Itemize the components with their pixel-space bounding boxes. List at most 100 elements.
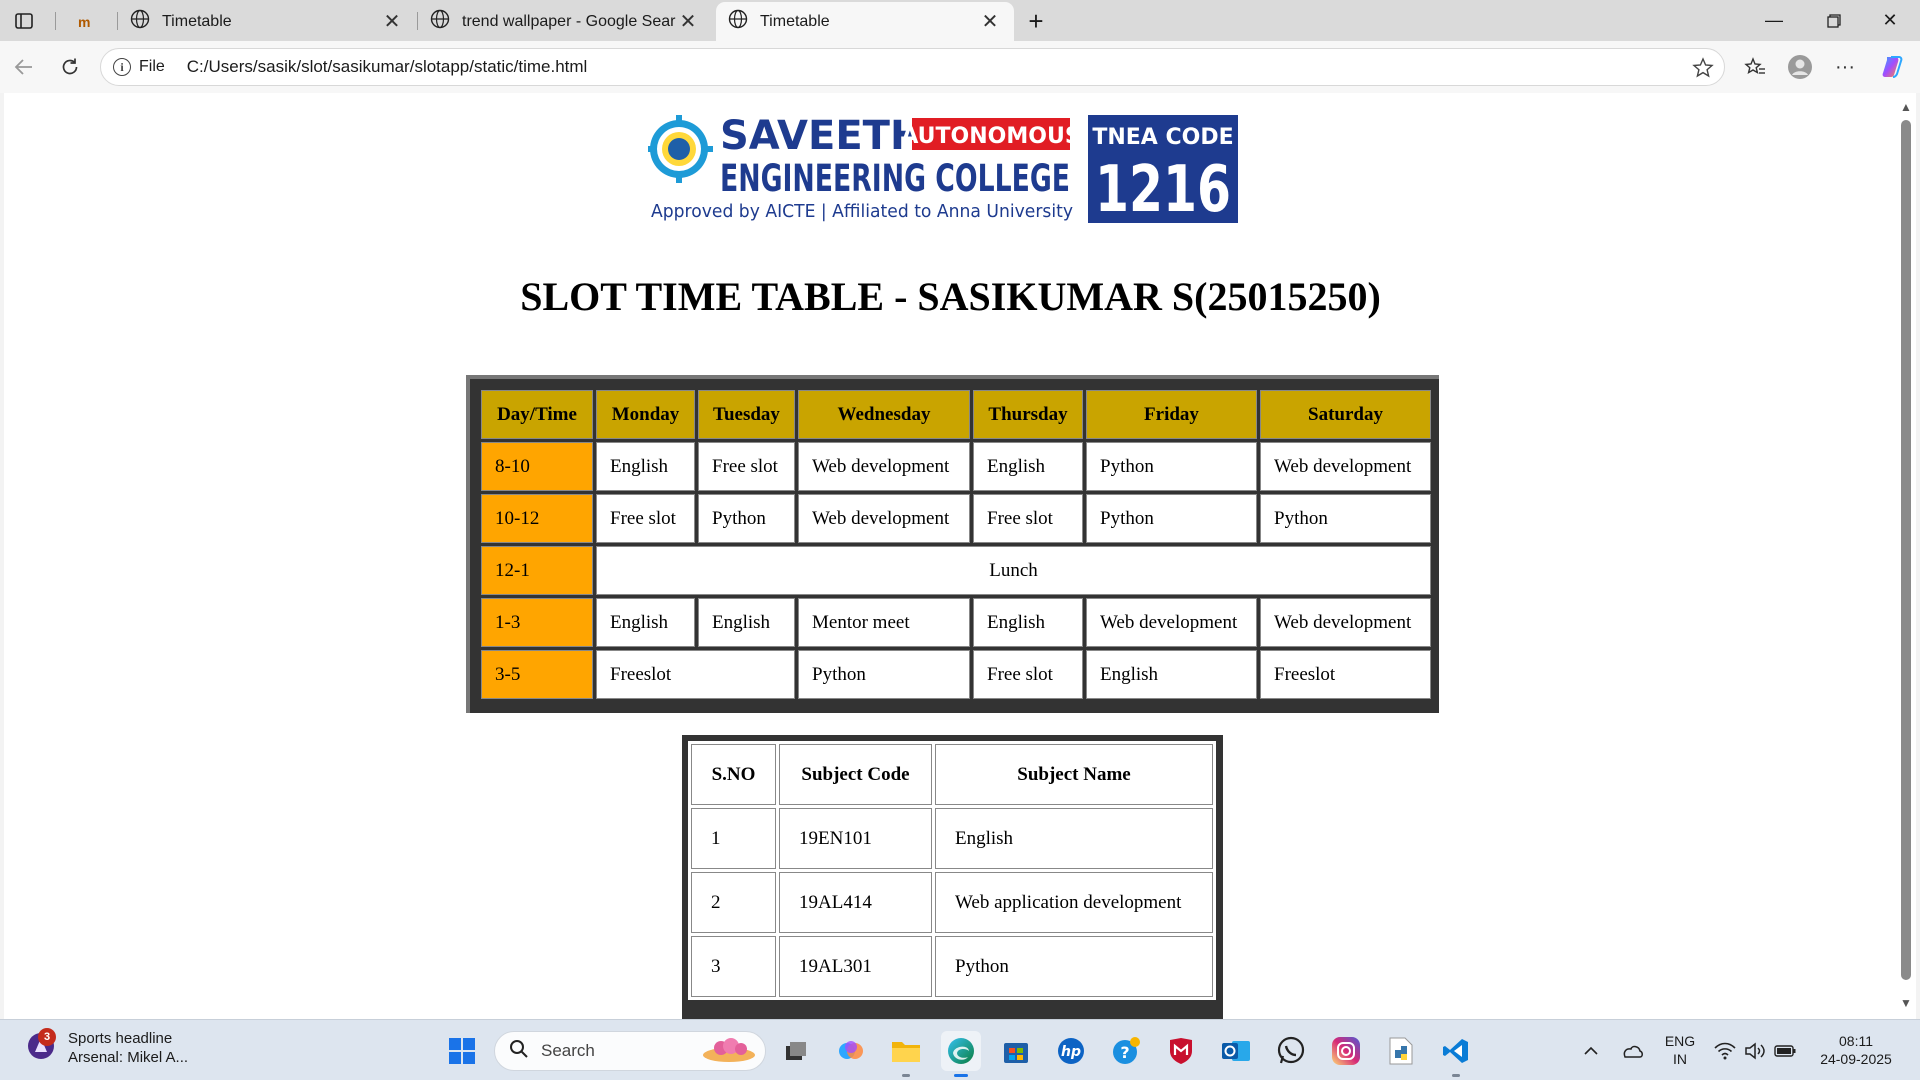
code-cell: 19EN101 (779, 808, 932, 869)
time-cell: 1-3 (481, 598, 593, 647)
table-row: 1-3 English English Mentor meet English … (481, 598, 1431, 647)
favorites-icon[interactable] (1737, 50, 1773, 84)
tab-pinned[interactable]: m (66, 2, 114, 41)
slot-cell: Web development (1260, 442, 1431, 491)
time-cell: 12-1 (481, 546, 593, 595)
header-subject-code: Subject Code (779, 744, 932, 805)
table-row: 1 19EN101 English (691, 808, 1213, 869)
store-icon[interactable] (996, 1031, 1036, 1071)
slot-cell: Web development (1260, 598, 1431, 647)
time-cell: 3-5 (481, 650, 593, 699)
language-line1: ENG (1664, 1033, 1696, 1049)
volume-icon[interactable] (1740, 1031, 1770, 1071)
subjects-header-row: S.NO Subject Code Subject Name (691, 744, 1213, 805)
header-friday: Friday (1086, 390, 1257, 439)
copilot-app-icon[interactable] (831, 1031, 871, 1071)
start-icon[interactable] (442, 1031, 482, 1071)
taskbar-search[interactable]: Search (494, 1031, 766, 1071)
news-title: Sports headline (68, 1030, 173, 1047)
slot-cell: English (596, 442, 695, 491)
url-text[interactable]: C:/Users/sasik/slot/sasikumar/slotapp/st… (187, 57, 588, 77)
more-menu-icon[interactable]: ··· (1827, 50, 1863, 84)
close-tab-icon[interactable]: ✕ (380, 9, 404, 34)
globe-icon (728, 9, 748, 34)
whatsapp-icon[interactable] (1271, 1031, 1311, 1071)
language-indicator[interactable]: ENG IN (1660, 1032, 1700, 1068)
tab-timetable-1[interactable]: Timetable ✕ (118, 2, 416, 41)
chevron-up-icon[interactable] (1573, 1031, 1609, 1071)
scrollbar-thumb[interactable] (1901, 120, 1911, 980)
close-window-button[interactable]: ✕ (1862, 0, 1918, 41)
vertical-tabs-icon[interactable] (6, 6, 42, 36)
running-indicator (902, 1074, 910, 1077)
refresh-button[interactable] (52, 50, 88, 84)
onedrive-icon[interactable] (1614, 1031, 1650, 1071)
time-cell: 10-12 (481, 494, 593, 543)
task-view-icon[interactable] (776, 1031, 816, 1071)
slot-cell: Python (798, 650, 970, 699)
back-button[interactable] (6, 50, 42, 84)
sno-cell: 2 (691, 872, 776, 933)
edge-icon[interactable] (941, 1031, 981, 1071)
tab-strip: m Timetable ✕ trend wallpaper - Google S… (0, 0, 1920, 41)
tnea-label: TNEA CODE (1092, 125, 1233, 150)
search-icon (509, 1039, 529, 1064)
code-cell: 19AL301 (779, 936, 932, 997)
outlook-icon[interactable] (1216, 1031, 1256, 1071)
sno-cell: 1 (691, 808, 776, 869)
table-row: 3-5 Freeslot Python Free slot English Fr… (481, 650, 1431, 699)
help-icon[interactable]: ? (1106, 1031, 1146, 1071)
battery-icon[interactable] (1770, 1031, 1800, 1071)
tab-timetable-active[interactable]: Timetable ✕ (716, 2, 1014, 41)
clock[interactable]: 08:11 24-09-2025 (1812, 1032, 1900, 1068)
table-row: 3 19AL301 Python (691, 936, 1213, 997)
page-viewport: SAVEETHA AUTONOMOUS ENGINEERING COLLEGE … (4, 93, 1904, 1019)
favorite-star-icon[interactable] (1692, 57, 1714, 84)
instagram-icon[interactable] (1326, 1031, 1366, 1071)
slot-cell: Python (1260, 494, 1431, 543)
header-sno: S.NO (691, 744, 776, 805)
header-saturday: Saturday (1260, 390, 1431, 439)
close-tab-icon[interactable]: ✕ (676, 9, 700, 34)
timetable-frame: Day/Time Monday Tuesday Wednesday Thursd… (466, 375, 1439, 713)
slot-cell: Web development (798, 442, 970, 491)
slot-cell: Free slot (973, 494, 1083, 543)
slot-cell: English (973, 442, 1083, 491)
slot-cell: English (698, 598, 795, 647)
logo-tagline: Approved by AICTE | Affiliated to Anna U… (651, 201, 1073, 222)
logo-text-line2: ENGINEERING COLLEGE (720, 157, 1070, 200)
minimize-button[interactable]: — (1746, 0, 1802, 41)
info-icon[interactable]: i (113, 58, 131, 76)
timetable-header-row: Day/Time Monday Tuesday Wednesday Thursd… (481, 390, 1431, 439)
mcafee-icon[interactable] (1161, 1031, 1201, 1071)
logo-badge: AUTONOMOUS (901, 124, 1080, 149)
name-cell: Python (935, 936, 1213, 997)
scheme-label: File (139, 58, 165, 75)
search-highlight-icon (701, 1035, 757, 1068)
copilot-icon[interactable] (1874, 50, 1910, 84)
tab-google-search[interactable]: trend wallpaper - Google Search ✕ (418, 2, 712, 41)
vscode-icon[interactable] (1436, 1031, 1476, 1071)
restore-button[interactable] (1806, 0, 1862, 41)
tab-title: trend wallpaper - Google Search (462, 12, 676, 30)
address-bar[interactable]: i File C:/Users/sasik/slot/sasikumar/slo… (100, 48, 1725, 86)
scroll-down-arrow-icon[interactable]: ▼ (1899, 996, 1913, 1010)
header-tuesday: Tuesday (698, 390, 795, 439)
slot-cell: Python (698, 494, 795, 543)
page-title: SLOT TIME TABLE - SASIKUMAR S(25015250) (520, 274, 1381, 319)
slot-cell: Python (1086, 442, 1257, 491)
new-tab-button[interactable]: + (1018, 6, 1054, 36)
file-explorer-icon[interactable] (886, 1031, 926, 1071)
active-indicator (954, 1074, 968, 1077)
tab-separator (55, 12, 56, 30)
taskbar: Sports headline Arsenal: Mikel A... 3 Se… (0, 1019, 1920, 1080)
hp-icon[interactable]: hp (1051, 1031, 1091, 1071)
python-icon[interactable] (1381, 1031, 1421, 1071)
scroll-up-arrow-icon[interactable]: ▲ (1899, 100, 1913, 114)
table-row: 2 19AL414 Web application development (691, 872, 1213, 933)
table-row: 8-10 English Free slot Web development E… (481, 442, 1431, 491)
slot-cell: English (973, 598, 1083, 647)
profile-avatar-icon[interactable] (1782, 50, 1818, 84)
close-tab-icon[interactable]: ✕ (978, 9, 1002, 34)
wifi-icon[interactable] (1710, 1031, 1740, 1071)
